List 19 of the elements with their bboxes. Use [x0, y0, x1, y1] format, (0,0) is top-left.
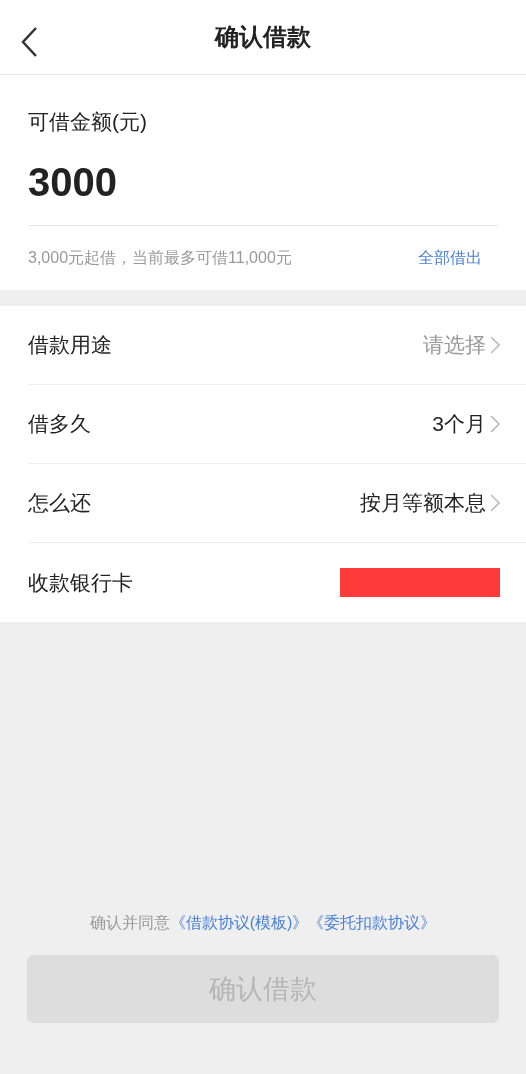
- agreement-link[interactable]: 《委托扣款协议》: [308, 911, 437, 935]
- row-label: 怎么还: [28, 490, 91, 517]
- row-picker[interactable]: 按月等额本息: [360, 487, 500, 519]
- page-title: 确认借款: [215, 22, 311, 52]
- amount-label: 可借金额(元): [28, 109, 148, 135]
- amount-field[interactable]: 3000: [28, 157, 498, 226]
- row-label: 借多久: [28, 411, 91, 438]
- borrow-all-link[interactable]: 全部借出: [418, 246, 482, 270]
- chevron-right-icon: [490, 415, 500, 433]
- row-label: 收款银行卡: [28, 569, 133, 596]
- row-label: 借款用途: [28, 332, 112, 359]
- agreement-text: 确认并同意: [89, 913, 170, 933]
- borrow-range-hint: 3,000元起借，当前最多可借11,000元: [28, 248, 292, 268]
- chevron-right-icon: [490, 336, 500, 354]
- chevron-right-icon: [490, 494, 500, 512]
- row-picker[interactable]: 请选择: [423, 329, 500, 361]
- agreement-link[interactable]: 《借款协议(模板)》: [169, 911, 309, 935]
- row-picker[interactable]: 3个月: [432, 408, 500, 440]
- back-icon: [20, 26, 38, 58]
